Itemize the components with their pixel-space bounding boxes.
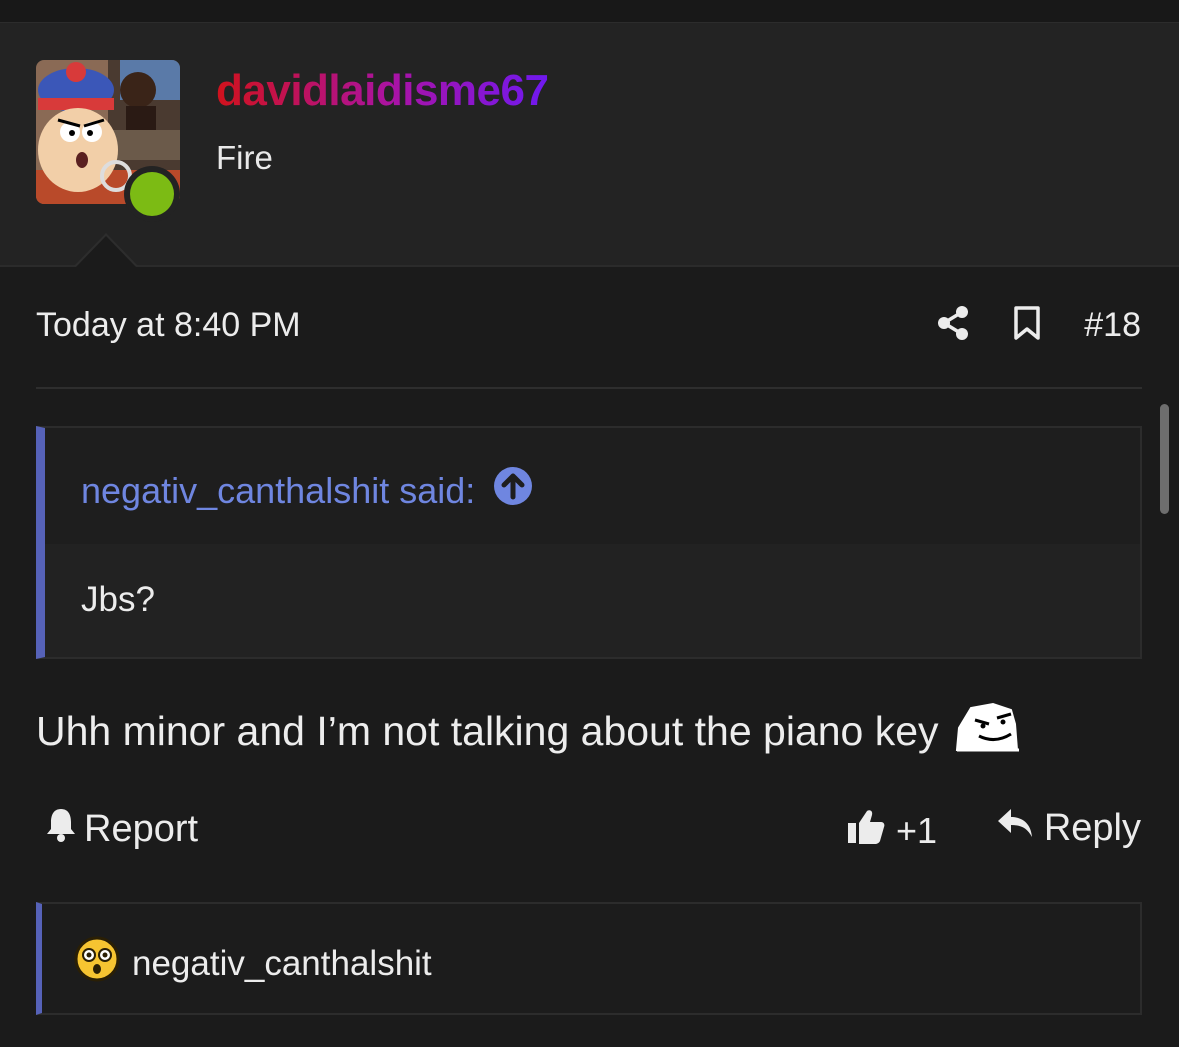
post-number-link[interactable]: #18 xyxy=(1084,306,1141,345)
thumbs-up-icon xyxy=(846,806,886,855)
reaction-users[interactable]: negativ_canthalshit xyxy=(132,944,432,984)
online-indicator xyxy=(124,166,180,222)
like-count: +1 xyxy=(896,809,938,851)
quote-header: negativ_canthalshit said: xyxy=(45,428,1140,544)
bookmark-icon[interactable] xyxy=(1012,305,1042,346)
bell-icon xyxy=(44,806,78,852)
username[interactable]: davidlaidisme67 xyxy=(216,66,549,116)
quote-author[interactable]: negativ_canthalshit said: xyxy=(81,466,533,515)
arrow-up-circle-icon[interactable] xyxy=(493,466,533,515)
post-date[interactable]: Today at 8:40 PM xyxy=(36,306,301,345)
quote-body: Jbs? xyxy=(81,580,155,619)
share-icon[interactable] xyxy=(936,305,970,346)
reply-button[interactable]: Reply xyxy=(996,806,1141,850)
top-band xyxy=(0,0,1179,23)
meme-face-icon xyxy=(953,698,1023,764)
flushed-face-icon xyxy=(74,936,120,991)
user-title: Fire xyxy=(216,139,273,176)
report-button[interactable]: Report xyxy=(44,806,198,852)
post-actions: #18 xyxy=(936,305,1141,346)
divider xyxy=(36,387,1142,389)
message-text: Uhh minor and I’m not talking about the … xyxy=(36,707,939,754)
reactions-bar[interactable]: negativ_canthalshit xyxy=(36,902,1142,1015)
quote-block: negativ_canthalshit said: Jbs? xyxy=(36,426,1142,659)
report-label: Report xyxy=(84,807,199,850)
post-message: Uhh minor and I’m not talking about the … xyxy=(36,698,1023,764)
like-button[interactable]: +1 xyxy=(846,806,937,855)
reply-arrow-icon xyxy=(996,806,1034,850)
reply-label: Reply xyxy=(1043,806,1141,849)
scrollbar[interactable] xyxy=(1160,404,1169,514)
